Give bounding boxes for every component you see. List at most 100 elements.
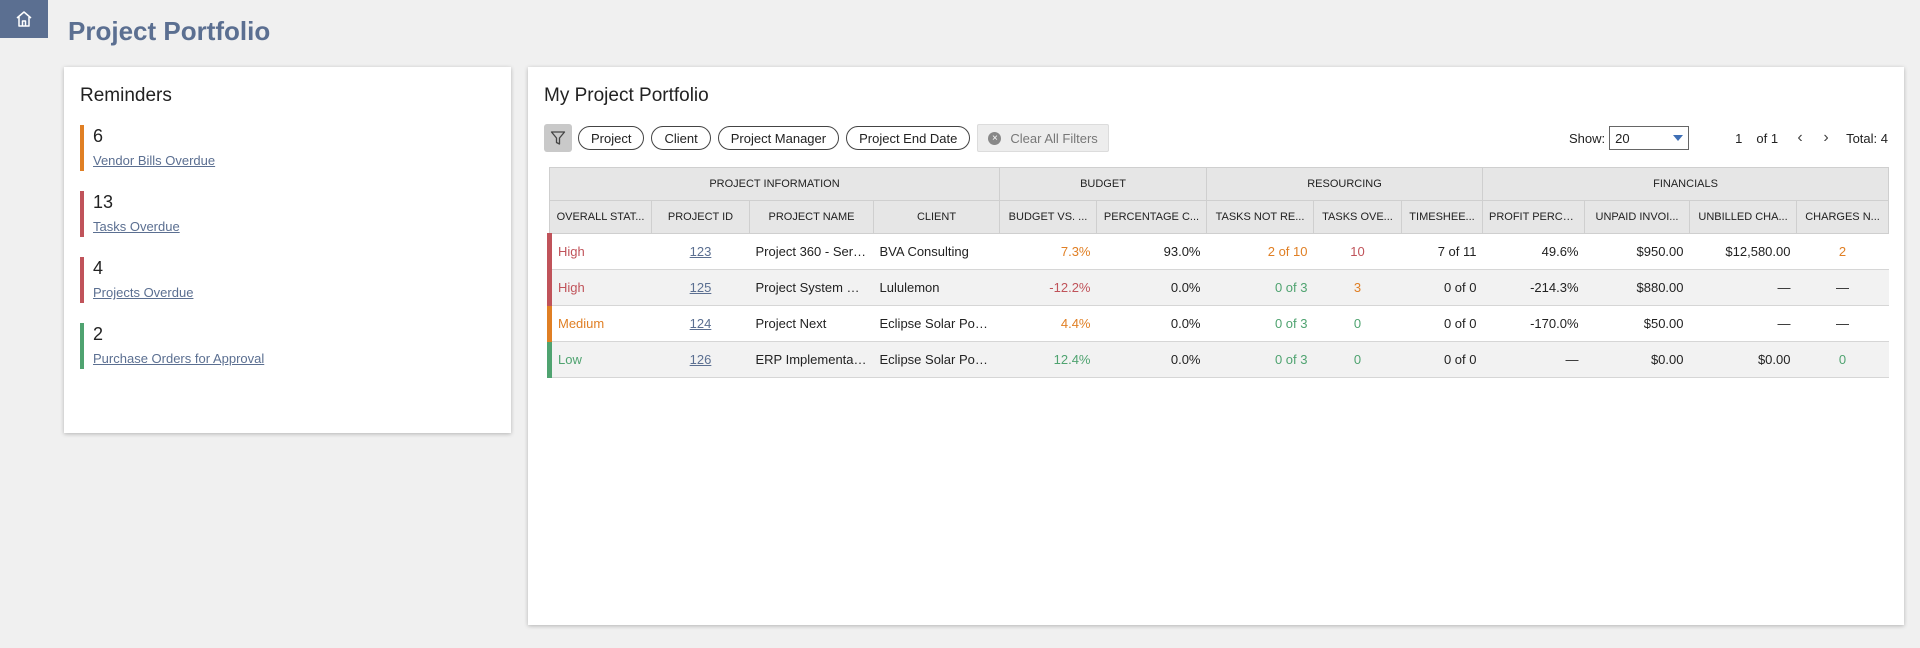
portfolio-panel: My Project Portfolio Project Client Proj…	[528, 67, 1904, 625]
column-header-row: OVERALL STAT... PROJECT ID PROJECT NAME …	[549, 200, 1890, 234]
reminder-vendor-bills: 6 Vendor Bills Overdue	[80, 125, 495, 171]
timesheets-cell: 0 of 0	[1401, 305, 1483, 342]
filter-icon	[550, 131, 566, 145]
project-id-cell: 124	[651, 305, 750, 342]
percent-complete-cell: 0.0%	[1096, 341, 1207, 378]
portfolio-title: My Project Portfolio	[544, 85, 709, 106]
project-id-cell: 123	[651, 233, 750, 270]
unpaid-invoices-cell: $50.00	[1584, 305, 1690, 342]
column-header[interactable]: PROFIT PERCE...	[1482, 200, 1585, 234]
profit-cell: -170.0%	[1482, 305, 1585, 342]
table-row[interactable]: Medium 124 Project Next Eclipse Solar Po…	[547, 305, 1889, 342]
timesheets-cell: 0 of 0	[1401, 269, 1483, 306]
reminder-link[interactable]: Vendor Bills Overdue	[93, 153, 215, 168]
table-row[interactable]: High 125 Project System Up... Lululemon …	[547, 269, 1889, 306]
table-row[interactable]: High 123 Project 360 - Servi... BVA Cons…	[547, 233, 1889, 270]
charges-cell: 2	[1796, 233, 1889, 270]
percent-complete-cell: 93.0%	[1096, 233, 1207, 270]
page-title: Project Portfolio	[68, 16, 271, 46]
filter-chip-project-end-date[interactable]: Project End Date	[846, 126, 971, 150]
current-page: 1	[1735, 130, 1743, 146]
project-name-cell: Project 360 - Servi...	[749, 233, 874, 270]
client-cell: Eclipse Solar Powe...	[873, 305, 1000, 342]
unpaid-invoices-cell: $950.00	[1584, 233, 1690, 270]
column-header[interactable]: PROJECT NAME	[749, 200, 874, 234]
column-header[interactable]: BUDGET VS. ...	[999, 200, 1097, 234]
client-cell: BVA Consulting	[873, 233, 1000, 270]
tasks-not-re-cell: 0 of 3	[1206, 341, 1314, 378]
total-count: Total: 4	[1846, 130, 1888, 146]
column-header[interactable]: PROJECT ID	[651, 200, 750, 234]
filter-toolbar: Project Client Project Manager Project E…	[544, 123, 1888, 153]
reminder-count: 6	[93, 126, 104, 146]
page-size-select[interactable]: 20	[1609, 126, 1690, 150]
table-row[interactable]: Low 126 ERP Implementati... Eclipse Sola…	[547, 341, 1889, 378]
timesheets-cell: 7 of 11	[1401, 233, 1483, 270]
reminder-link[interactable]: Purchase Orders for Approval	[93, 351, 264, 366]
profit-cell: -214.3%	[1482, 269, 1585, 306]
charges-cell: —	[1796, 305, 1889, 342]
project-id-link[interactable]: 125	[690, 280, 712, 295]
group-header: FINANCIALS	[1481, 167, 1890, 201]
filter-chip-project[interactable]: Project	[578, 126, 645, 150]
column-header[interactable]: UNBILLED CHA...	[1689, 200, 1797, 234]
column-header[interactable]: CHARGES N...	[1795, 200, 1890, 234]
budget-vs-cell: -12.2%	[999, 269, 1097, 306]
unbilled-charges-cell: —	[1689, 269, 1797, 306]
column-header[interactable]: CLIENT	[873, 200, 1000, 234]
column-header[interactable]: TIMESHEE...	[1401, 200, 1483, 234]
reminders-list: 6 Vendor Bills Overdue 13 Tasks Overdue …	[80, 125, 495, 369]
project-name-cell: Project System Up...	[749, 269, 874, 306]
column-header[interactable]: OVERALL STAT...	[549, 200, 652, 234]
column-header[interactable]: TASKS NOT RE...	[1206, 200, 1314, 234]
clear-filters-button[interactable]: × Clear All Filters	[977, 124, 1109, 152]
unbilled-charges-cell: $0.00	[1689, 341, 1797, 378]
project-name-cell: Project Next	[749, 305, 874, 342]
reminder-link[interactable]: Tasks Overdue	[93, 219, 180, 234]
home-button[interactable]	[0, 0, 48, 38]
project-name-cell: ERP Implementati...	[749, 341, 874, 378]
client-cell: Lululemon	[873, 269, 1000, 306]
project-id-link[interactable]: 123	[690, 244, 712, 259]
reminder-tasks: 13 Tasks Overdue	[80, 191, 495, 237]
next-page-icon[interactable]: ›	[1820, 129, 1832, 147]
column-header[interactable]: UNPAID INVOI...	[1584, 200, 1690, 234]
tasks-not-re-cell: 0 of 3	[1206, 269, 1314, 306]
unpaid-invoices-cell: $880.00	[1584, 269, 1690, 306]
clear-filters-label: Clear All Filters	[1010, 130, 1098, 146]
unbilled-charges-cell: $12,580.00	[1689, 233, 1797, 270]
project-id-link[interactable]: 126	[690, 352, 712, 367]
page-size-value: 20	[1615, 130, 1630, 146]
client-cell: Eclipse Solar Powe...	[873, 341, 1000, 378]
page-count: of 1	[1756, 130, 1779, 146]
project-id-link[interactable]: 124	[690, 316, 712, 331]
filter-chip-client[interactable]: Client	[651, 126, 711, 150]
show-label: Show:	[1569, 130, 1606, 146]
reminder-projects: 4 Projects Overdue	[80, 257, 495, 303]
reminder-count: 13	[93, 192, 114, 212]
chevron-down-icon	[1673, 135, 1684, 141]
profit-cell: —	[1482, 341, 1585, 378]
filter-button[interactable]	[544, 124, 572, 152]
percent-complete-cell: 0.0%	[1096, 305, 1207, 342]
tasks-overdue-cell: 3	[1313, 269, 1402, 306]
reminders-title: Reminders	[80, 85, 172, 106]
group-header: RESOURCING	[1206, 167, 1483, 201]
percent-complete-cell: 0.0%	[1096, 269, 1207, 306]
status-cell: Low	[547, 341, 652, 378]
filter-chip-project-manager[interactable]: Project Manager	[717, 126, 840, 150]
profit-cell: 49.6%	[1482, 233, 1585, 270]
budget-vs-cell: 12.4%	[999, 341, 1097, 378]
group-header: PROJECT INFORMATION	[549, 167, 1000, 201]
timesheets-cell: 0 of 0	[1401, 341, 1483, 378]
home-icon	[16, 11, 32, 27]
prev-page-icon[interactable]: ‹	[1794, 129, 1806, 147]
unpaid-invoices-cell: $0.00	[1584, 341, 1690, 378]
tasks-overdue-cell: 10	[1313, 233, 1402, 270]
clear-icon: ×	[988, 131, 1002, 145]
reminder-link[interactable]: Projects Overdue	[93, 285, 193, 300]
column-header[interactable]: PERCENTAGE C...	[1096, 200, 1207, 234]
tasks-overdue-cell: 0	[1313, 341, 1402, 378]
column-header[interactable]: TASKS OVE...	[1313, 200, 1402, 234]
tasks-overdue-cell: 0	[1313, 305, 1402, 342]
